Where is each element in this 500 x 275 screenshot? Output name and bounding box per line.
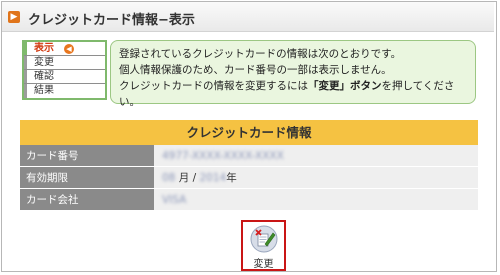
- step-change: 変更: [24, 56, 105, 70]
- info-line-2: 個人情報保護のため、カード番号の一部は表示しません。: [119, 64, 392, 76]
- step-navigation: 表示 ◀ 変更 確認 結果: [22, 40, 107, 100]
- step-indicator: [24, 42, 27, 55]
- bullet-arrow-icon: ▶: [8, 11, 20, 23]
- step-display: 表示 ◀: [24, 42, 105, 56]
- step-label: 結果: [34, 85, 54, 96]
- card-number-label: カード番号: [20, 145, 154, 167]
- step-label: 表示: [34, 43, 54, 54]
- current-step-icon: ◀: [64, 44, 74, 54]
- expiry-month-unit: 月: [178, 172, 190, 184]
- info-line-3-text: クレジットカードの情報を変更するには: [119, 80, 308, 92]
- page-title: クレジットカード情報−表示: [28, 13, 195, 28]
- step-label: 変更: [34, 57, 54, 68]
- expiry-year: 2014: [199, 172, 227, 184]
- card-number-text: 4977-XXXX-XXXX-XXXX: [162, 150, 284, 162]
- step-indicator: [24, 70, 27, 83]
- card-company-value: VISA: [154, 189, 478, 211]
- expiry-value: 08 月 / 2014年: [154, 167, 478, 189]
- info-line-1: 登録されているクレジットカードの情報は次のとおりです。: [119, 48, 402, 60]
- expiry-label: 有効期限: [20, 167, 154, 189]
- info-message-box: 登録されているクレジットカードの情報は次のとおりです。 個人情報保護のため、カー…: [110, 40, 476, 108]
- expiry-row: 有効期限 08 月 / 2014年: [20, 167, 478, 189]
- card-company-label: カード会社: [20, 189, 154, 211]
- expiry-month: 08: [162, 172, 176, 184]
- step-indicator: [24, 84, 27, 98]
- step-label: 確認: [34, 71, 54, 82]
- card-info-header: クレジットカード情報: [20, 120, 478, 145]
- change-button-label: 変更: [253, 259, 274, 270]
- info-line-3-emphasis: 「変更」ボタン: [308, 80, 382, 92]
- page-header: ▶ クレジットカード情報−表示: [2, 2, 494, 32]
- change-button[interactable]: 変更: [241, 220, 286, 271]
- edit-document-icon: [250, 225, 278, 253]
- expiry-year-unit: 年: [226, 172, 237, 184]
- card-company-row: カード会社 VISA: [20, 189, 478, 211]
- step-result: 結果: [24, 84, 105, 98]
- step-indicator: [24, 56, 27, 69]
- card-number-value: 4977-XXXX-XXXX-XXXX: [154, 145, 478, 167]
- step-confirm: 確認: [24, 70, 105, 84]
- expiry-separator: /: [192, 172, 197, 184]
- card-company-text: VISA: [162, 194, 187, 206]
- card-number-row: カード番号 4977-XXXX-XXXX-XXXX: [20, 145, 478, 167]
- info-line-3: クレジットカードの情報を変更するには「変更」ボタンを押してください。: [119, 78, 465, 110]
